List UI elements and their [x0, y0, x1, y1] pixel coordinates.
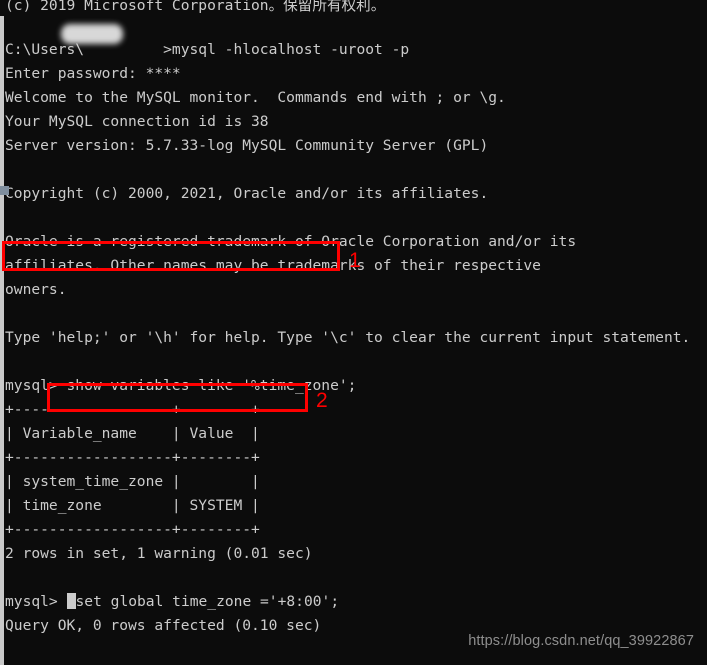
- annotation-number-2: 2: [316, 389, 328, 412]
- console-line: Server version: 5.7.33-log MySQL Communi…: [5, 137, 489, 154]
- watermark-url: https://blog.csdn.net/qq_39922867: [468, 633, 694, 649]
- text-cursor: [66, 593, 76, 609]
- console-line: | system_time_zone | |: [5, 473, 260, 490]
- console-line: +------------------+--------+: [5, 401, 260, 418]
- terminal-window[interactable]: (c) 2019 Microsoft Corporation。保留所有权利。 C…: [0, 0, 707, 665]
- console-line: Copyright (c) 2000, 2021, Oracle and/or …: [5, 185, 489, 202]
- window-resize-nub[interactable]: [0, 186, 9, 195]
- console-line: mysql> set global time_zone ='+8:00';: [4, 590, 707, 614]
- console-line: +------------------+--------+: [5, 449, 260, 466]
- console-line: Welcome to the MySQL monitor. Commands e…: [5, 89, 506, 106]
- console-line: | Variable_name | Value |: [5, 425, 260, 442]
- redacted-username: [61, 24, 123, 44]
- console-line: +------------------+--------+: [5, 521, 260, 538]
- console-line: Type 'help;' or '\h' for help. Type '\c'…: [5, 329, 691, 346]
- console-line: | time_zone | SYSTEM |: [5, 497, 260, 514]
- console-line: 2 rows in set, 1 warning (0.01 sec): [5, 545, 313, 562]
- console-line: (c) 2019 Microsoft Corporation。保留所有权利。: [5, 0, 386, 14]
- console-command: set global time_zone ='+8:00';: [75, 593, 340, 610]
- console-line: owners.: [5, 281, 67, 298]
- console-line: mysql> show variables like '%time_zone';: [5, 377, 357, 394]
- console-output[interactable]: (c) 2019 Microsoft Corporation。保留所有权利。 C…: [4, 0, 707, 665]
- console-line: Enter password: ****: [5, 65, 181, 82]
- window-left-edge: [0, 0, 4, 665]
- annotation-number-1: 1: [349, 249, 361, 272]
- console-prompt: mysql>: [5, 593, 67, 610]
- window-left-edge-gap: [0, 0, 4, 16]
- console-line: Your MySQL connection id is 38: [5, 113, 269, 130]
